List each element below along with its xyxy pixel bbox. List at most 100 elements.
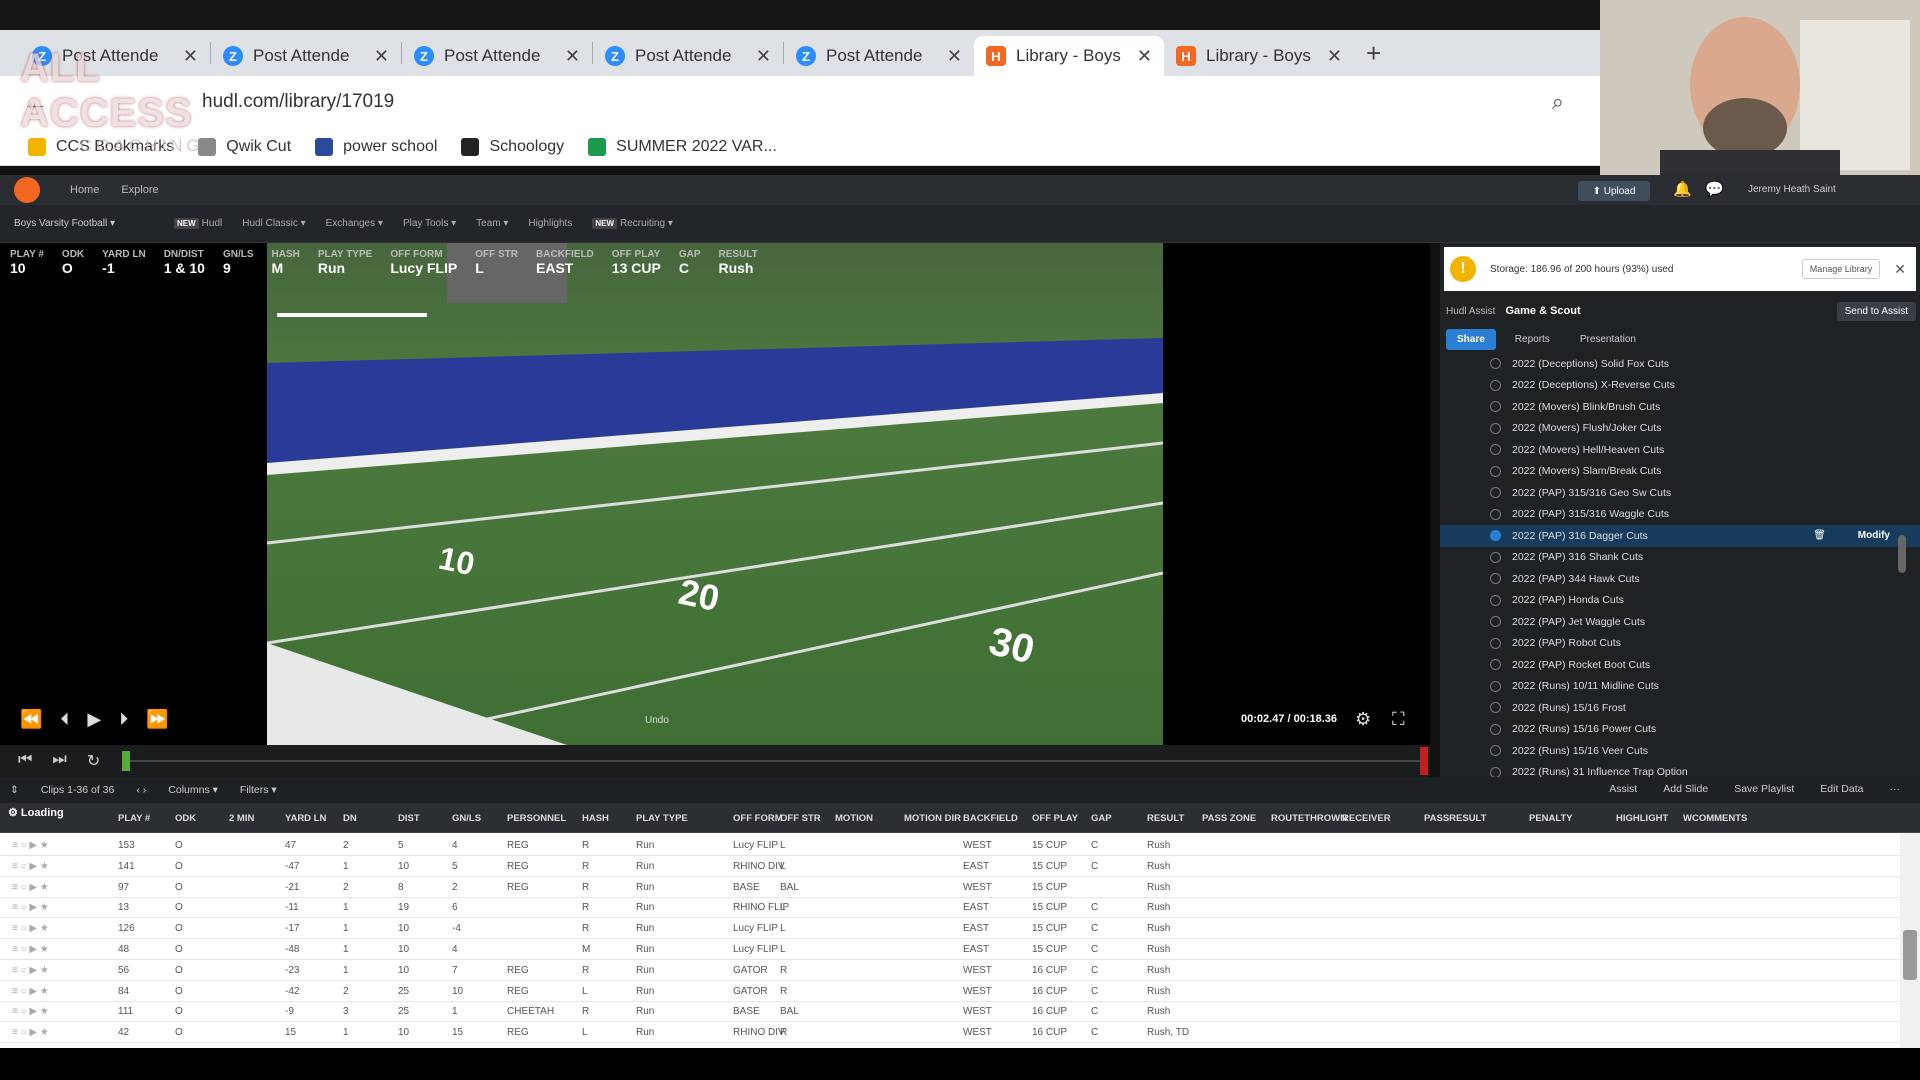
table-row[interactable]: ≡ ○ ▶ ★ 153 O 47 2 5 4 REG R Run Lucy FLIP L WEST 15 …: [0, 835, 1900, 856]
browser-tab[interactable]: Z Post Attende ✕: [211, 36, 401, 76]
column-header[interactable]: PLAY #: [118, 813, 150, 824]
playlist-radio[interactable]: [1490, 422, 1501, 434]
grid-action-3[interactable]: Edit Data: [1820, 783, 1863, 795]
rewind-icon[interactable]: ⏪: [20, 709, 42, 730]
browser-tab[interactable]: Z Post Attende ✕: [784, 36, 974, 76]
grid-action-0[interactable]: Assist: [1609, 783, 1637, 795]
column-header[interactable]: WCOMMENTS: [1683, 813, 1747, 824]
close-icon[interactable]: ✕: [565, 46, 580, 67]
column-header[interactable]: GAP: [1091, 813, 1112, 824]
table-row[interactable]: ≡ ○ ▶ ★ 56 O -23 1 10 7 REG R Run GATOR R WEST 16 CUP…: [0, 960, 1900, 981]
prev-next-icon[interactable]: ‹ ›: [136, 784, 146, 796]
browser-tab[interactable]: H Library - Boys ✕: [1164, 36, 1354, 76]
playlist-item[interactable]: 2022 (PAP) Robot Cuts: [1440, 633, 1920, 655]
playlist-item[interactable]: 2022 (PAP) 315/316 Geo Sw Cuts: [1440, 482, 1920, 504]
row-controls-icon[interactable]: ≡ ○ ▶ ★: [12, 861, 49, 872]
fullscreen-icon[interactable]: ⛶: [1392, 709, 1405, 730]
fast-forward-icon[interactable]: ⏩: [146, 709, 168, 730]
column-header[interactable]: MOTION DIR: [904, 813, 961, 824]
playlist-item[interactable]: 2022 (Movers) Flush/Joker Cuts: [1440, 418, 1920, 440]
playlist-item[interactable]: 2022 (Deceptions) Solid Fox Cuts: [1440, 353, 1920, 375]
bookmark-item[interactable]: power school: [315, 137, 437, 156]
close-icon[interactable]: ✕: [1894, 261, 1906, 278]
step-forward-icon[interactable]: ⏵: [119, 709, 128, 730]
playlist-radio[interactable]: [1490, 680, 1501, 692]
undo-button[interactable]: Undo: [645, 715, 669, 726]
table-row[interactable]: ≡ ○ ▶ ★ 84 O -42 2 25 10 REG L Run GATOR R WEST 16 CU…: [0, 981, 1900, 1002]
close-icon[interactable]: ✕: [756, 46, 771, 67]
playlist-item[interactable]: 2022 (Runs) 15/16 Veer Cuts: [1440, 740, 1920, 762]
tab-reports[interactable]: Reports: [1504, 329, 1561, 350]
bell-icon[interactable]: 🔔: [1673, 180, 1692, 198]
playlist-item[interactable]: 2022 (Runs) 15/16 Frost: [1440, 697, 1920, 719]
table-row[interactable]: ≡ ○ ▶ ★ 126 O -17 1 10 -4 R Run Lucy FLIP L EAST 15 …: [0, 918, 1900, 940]
playlist-item[interactable]: 2022 (PAP) 315/316 Waggle Cuts: [1440, 504, 1920, 526]
playlist-radio[interactable]: [1490, 594, 1501, 606]
playlist-radio[interactable]: [1490, 530, 1501, 542]
playlist-radio[interactable]: [1490, 637, 1501, 649]
column-header[interactable]: DN: [343, 813, 357, 824]
column-header[interactable]: ODK: [175, 813, 196, 824]
playlist-radio[interactable]: [1490, 573, 1501, 585]
grid-action-4[interactable]: ···: [1890, 783, 1901, 795]
playlist-radio[interactable]: [1490, 551, 1501, 563]
play-icon[interactable]: ▶: [87, 709, 101, 730]
column-header[interactable]: OFF PLAY: [1032, 813, 1078, 824]
column-header[interactable]: MOTION: [835, 813, 873, 824]
grid-action-2[interactable]: Save Playlist: [1734, 783, 1794, 795]
trash-icon[interactable]: 🗑: [1813, 530, 1826, 541]
playlist-radio[interactable]: [1490, 379, 1501, 391]
browser-tab[interactable]: H Library - Boys ✕: [974, 36, 1164, 76]
column-header[interactable]: GN/LS: [452, 813, 481, 824]
clip-timeline[interactable]: ⏮ ⏭ ↻: [0, 745, 1430, 777]
columns-dropdown[interactable]: Columns ▾: [168, 784, 218, 796]
grid-scrollbar-thumb[interactable]: [1903, 930, 1917, 980]
browser-tab[interactable]: Z Post Attende ✕: [593, 36, 783, 76]
close-icon[interactable]: ✕: [1137, 46, 1152, 67]
upload-button[interactable]: ⬆ Upload: [1578, 181, 1650, 201]
playlist-item[interactable]: 2022 (Movers) Blink/Brush Cuts: [1440, 396, 1920, 418]
playlist-radio[interactable]: [1490, 766, 1501, 777]
playlist-item[interactable]: 2022 (Runs) 10/11 Midline Cuts: [1440, 676, 1920, 698]
column-header[interactable]: PASS ZONE: [1202, 813, 1256, 824]
playlist-item[interactable]: 2022 (PAP) 316 Dagger Cuts 🗑 Modify: [1440, 525, 1920, 547]
playlist-radio[interactable]: [1490, 508, 1501, 520]
playlist-radio[interactable]: [1490, 358, 1501, 370]
column-header[interactable]: 2 MIN: [229, 813, 254, 824]
row-controls-icon[interactable]: ≡ ○ ▶ ★: [12, 944, 49, 955]
subnav-hudl-classic[interactable]: Hudl Classic ▾: [242, 218, 305, 229]
table-row[interactable]: ≡ ○ ▶ ★ 97 O -21 2 8 2 REG R Run BASE BAL WEST 15 CUP…: [0, 877, 1900, 898]
nav-explore[interactable]: Explore: [121, 184, 158, 196]
close-icon[interactable]: ✕: [1327, 46, 1342, 67]
subnav-exchanges[interactable]: Exchanges ▾: [326, 218, 383, 229]
row-controls-icon[interactable]: ≡ ○ ▶ ★: [12, 1006, 49, 1017]
row-controls-icon[interactable]: ≡ ○ ▶ ★: [12, 1027, 49, 1038]
subnav-team[interactable]: Team ▾: [476, 218, 508, 229]
send-to-assist-button[interactable]: Send to Assist: [1836, 301, 1916, 321]
url-field[interactable]: hudl.com/library/17019: [202, 91, 1552, 113]
zoom-icon[interactable]: ⌕: [1552, 89, 1564, 115]
playlist-radio[interactable]: [1490, 745, 1501, 757]
playlist-item[interactable]: 2022 (PAP) 316 Shank Cuts: [1440, 547, 1920, 569]
playlist-radio[interactable]: [1490, 659, 1501, 671]
chat-icon[interactable]: 💬: [1705, 180, 1724, 198]
playlist-radio[interactable]: [1490, 401, 1501, 413]
playlist-radio[interactable]: [1490, 465, 1501, 477]
playlist-radio[interactable]: [1490, 723, 1501, 735]
playlist-scrollbar[interactable]: [1898, 535, 1906, 573]
modify-button[interactable]: Modify: [1858, 530, 1890, 541]
video-player[interactable]: 10 20 30 PLAY #10 ODK O YARD LN -1 DN/DIST 1 &…: [0, 243, 1430, 745]
grid-action-1[interactable]: Add Slide: [1663, 783, 1708, 795]
playlist-item[interactable]: 2022 (Deceptions) X-Reverse Cuts: [1440, 375, 1920, 397]
playlist-item[interactable]: 2022 (PAP) 344 Hawk Cuts: [1440, 568, 1920, 590]
row-controls-icon[interactable]: ≡ ○ ▶ ★: [12, 923, 49, 934]
bookmark-item[interactable]: SUMMER 2022 VAR...: [588, 137, 777, 156]
column-header[interactable]: HIGHLIGHT: [1616, 813, 1668, 824]
playlist-item[interactable]: 2022 (Runs) 15/16 Power Cuts: [1440, 719, 1920, 741]
bookmark-item[interactable]: Schoology: [461, 137, 564, 156]
playlist-item[interactable]: 2022 (Runs) 31 Influence Trap Option: [1440, 762, 1920, 777]
playlist-item[interactable]: 2022 (PAP) Jet Waggle Cuts: [1440, 611, 1920, 633]
column-header[interactable]: PERSONNEL: [507, 813, 566, 824]
playlist-item[interactable]: 2022 (PAP) Honda Cuts: [1440, 590, 1920, 612]
column-header[interactable]: PENALTY: [1529, 813, 1573, 824]
